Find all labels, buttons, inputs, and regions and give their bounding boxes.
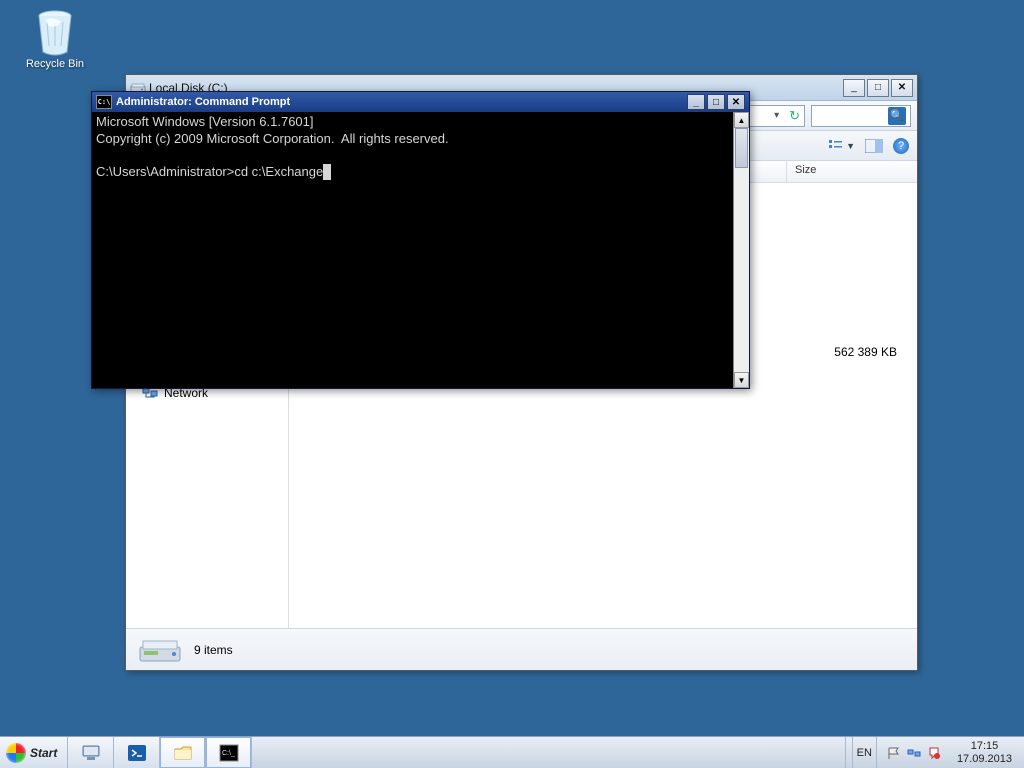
cmd-input-text: cd c:\Exchange (234, 164, 323, 179)
status-items: 9 items (194, 643, 233, 657)
clock[interactable]: 17:15 17.09.2013 (951, 738, 1018, 768)
column-size[interactable]: Size (787, 161, 917, 182)
cmd-line: Copyright (c) 2009 Microsoft Corporation… (96, 131, 449, 146)
recycle-bin-label: Recycle Bin (20, 58, 90, 70)
search-input[interactable]: 🔍 (811, 105, 911, 127)
scroll-track[interactable] (734, 128, 749, 372)
cmd-window[interactable]: C:\ Administrator: Command Prompt _ □ ✕ … (91, 91, 750, 389)
scroll-thumb[interactable] (735, 128, 748, 168)
cmd-icon: C:\ (96, 95, 112, 109)
chevron-down-icon[interactable]: ▾ (774, 110, 779, 121)
recycle-bin-icon (33, 6, 77, 56)
scroll-down-button[interactable]: ▼ (734, 372, 749, 388)
cmd-titlebar[interactable]: C:\ Administrator: Command Prompt _ □ ✕ (92, 92, 749, 112)
explorer-maximize-button[interactable]: □ (867, 79, 889, 97)
cmd-title: Administrator: Command Prompt (116, 96, 290, 108)
recycle-bin[interactable]: Recycle Bin (20, 6, 90, 70)
drive-icon (138, 635, 182, 665)
terminal-output[interactable]: Microsoft Windows [Version 6.1.7601] Cop… (92, 112, 733, 388)
taskbar-server-manager[interactable] (68, 737, 114, 768)
start-button[interactable]: Start (0, 737, 68, 768)
search-icon[interactable]: 🔍 (888, 107, 906, 125)
clock-date: 17.09.2013 (957, 753, 1012, 766)
preview-pane-button[interactable] (865, 139, 883, 153)
explorer-minimize-button[interactable]: _ (843, 79, 865, 97)
language-indicator[interactable]: EN (852, 737, 877, 768)
cmd-prompt: C:\Users\Administrator> (96, 164, 234, 179)
svg-text:C:\_: C:\_ (222, 750, 235, 757)
windows-orb-icon (6, 743, 26, 763)
scroll-up-button[interactable]: ▲ (734, 112, 749, 128)
system-tray[interactable]: EN 17:15 17.09.2013 (845, 737, 1024, 768)
taskbar-explorer[interactable] (160, 737, 206, 768)
explorer-close-button[interactable]: ✕ (891, 79, 913, 97)
cmd-scrollbar[interactable]: ▲ ▼ (733, 112, 749, 388)
taskbar[interactable]: Start C:\_ EN 17:15 17.09.2013 (0, 736, 1024, 768)
start-label: Start (30, 746, 57, 760)
clock-time: 17:15 (957, 740, 1012, 753)
view-mode-button[interactable]: ▼ (828, 139, 855, 153)
network-tray-icon[interactable] (907, 746, 921, 760)
cmd-close-button[interactable]: ✕ (727, 94, 745, 110)
cursor: _ (323, 164, 331, 180)
flag-icon[interactable] (887, 746, 901, 760)
action-center-icon[interactable] (927, 746, 941, 760)
cmd-minimize-button[interactable]: _ (687, 94, 705, 110)
cmd-line: Microsoft Windows [Version 6.1.7601] (96, 114, 314, 129)
cell-size: 562 389 KB (787, 345, 917, 359)
chevron-down-icon: ▼ (846, 141, 855, 151)
help-icon[interactable]: ? (893, 138, 909, 154)
taskbar-powershell[interactable] (114, 737, 160, 768)
taskbar-cmd[interactable]: C:\_ (206, 737, 252, 768)
cmd-maximize-button[interactable]: □ (707, 94, 725, 110)
status-bar: 9 items (126, 628, 917, 670)
refresh-icon[interactable]: ↻ (789, 108, 800, 124)
